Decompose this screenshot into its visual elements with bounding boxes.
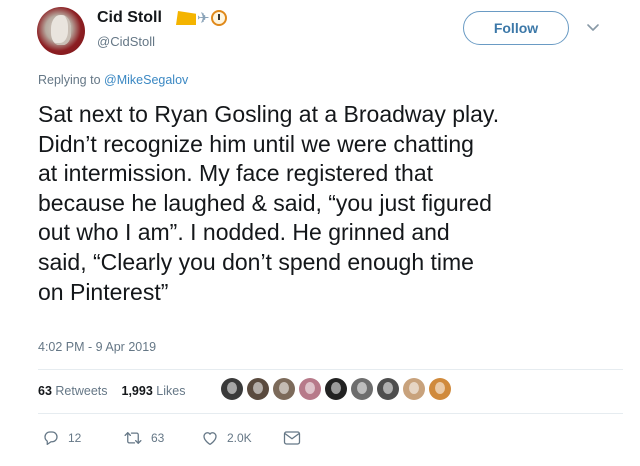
tweet-text-line: at intermission. My face registered that	[38, 160, 433, 187]
reply-mention-link[interactable]: @MikeSegalov	[104, 73, 188, 87]
divider	[38, 413, 623, 414]
tweet-actions: 12 63 2.0K	[42, 428, 301, 448]
like-action[interactable]: 2.0K	[201, 429, 283, 447]
reply-count: 12	[68, 431, 82, 445]
liker-avatar[interactable]	[273, 378, 295, 400]
reply-icon	[44, 431, 58, 446]
tweet-text-line: said, “Clearly you don’t spend enough ti…	[38, 248, 474, 275]
liker-avatars	[221, 378, 451, 400]
liker-avatar[interactable]	[325, 378, 347, 400]
direct-message-action[interactable]	[283, 430, 301, 446]
tweet-text-line: because he laughed & said, “you just fig…	[38, 189, 492, 216]
replying-to: Replying to @MikeSegalov	[38, 73, 188, 87]
chevron-down-icon[interactable]	[586, 20, 600, 34]
avatar[interactable]	[37, 7, 85, 55]
liker-avatar[interactable]	[247, 378, 269, 400]
liker-avatar[interactable]	[299, 378, 321, 400]
tweet-timestamp[interactable]: 4:02 PM - 9 Apr 2019	[38, 340, 156, 354]
liker-avatar[interactable]	[351, 378, 373, 400]
divider	[38, 369, 623, 370]
name-emoji-group: ✈	[176, 7, 227, 29]
cheese-icon	[176, 11, 196, 25]
message-icon	[283, 431, 301, 445]
replying-to-label: Replying to	[38, 73, 101, 87]
tweet-text-line: out who I am”. I nodded. He grinned and	[38, 219, 450, 246]
liker-avatar[interactable]	[429, 378, 451, 400]
tweet-text-line: on Pinterest”	[38, 278, 169, 305]
airplane-icon: ✈	[197, 8, 210, 27]
user-handle[interactable]: @CidStoll	[97, 34, 155, 49]
tweet-text-line: Didn’t recognize him until we were chatt…	[38, 130, 474, 157]
tweet-text-line: Sat next to Ryan Gosling at a Broadway p…	[38, 101, 500, 127]
clock-icon	[210, 10, 227, 26]
tweet-card: Cid Stoll ✈ @CidStoll Follow Replying to…	[0, 0, 640, 466]
like-count: 2.0K	[227, 431, 252, 445]
tweet-text: Sat next to Ryan Gosling at a Broadway p…	[38, 100, 623, 307]
retweet-icon	[124, 432, 142, 444]
retweets-label: Retweets	[55, 384, 108, 398]
retweet-count: 63	[151, 431, 165, 445]
display-name[interactable]: Cid Stoll	[97, 9, 162, 27]
liker-avatar[interactable]	[377, 378, 399, 400]
follow-button[interactable]: Follow	[463, 11, 569, 45]
likes-count: 1,993	[121, 384, 153, 398]
likes-stat[interactable]: 1,993 Likes	[122, 384, 186, 398]
tweet-stats: 63 Retweets 1,993 Likes	[38, 384, 185, 398]
heart-icon	[203, 432, 217, 446]
retweets-stat[interactable]: 63 Retweets	[38, 384, 108, 398]
likes-label: Likes	[156, 384, 186, 398]
liker-avatar[interactable]	[221, 378, 243, 400]
reply-action[interactable]: 12	[42, 429, 123, 447]
retweets-count: 63	[38, 384, 52, 398]
liker-avatar[interactable]	[403, 378, 425, 400]
avatar-face	[51, 15, 71, 45]
retweet-action[interactable]: 63	[123, 429, 201, 447]
